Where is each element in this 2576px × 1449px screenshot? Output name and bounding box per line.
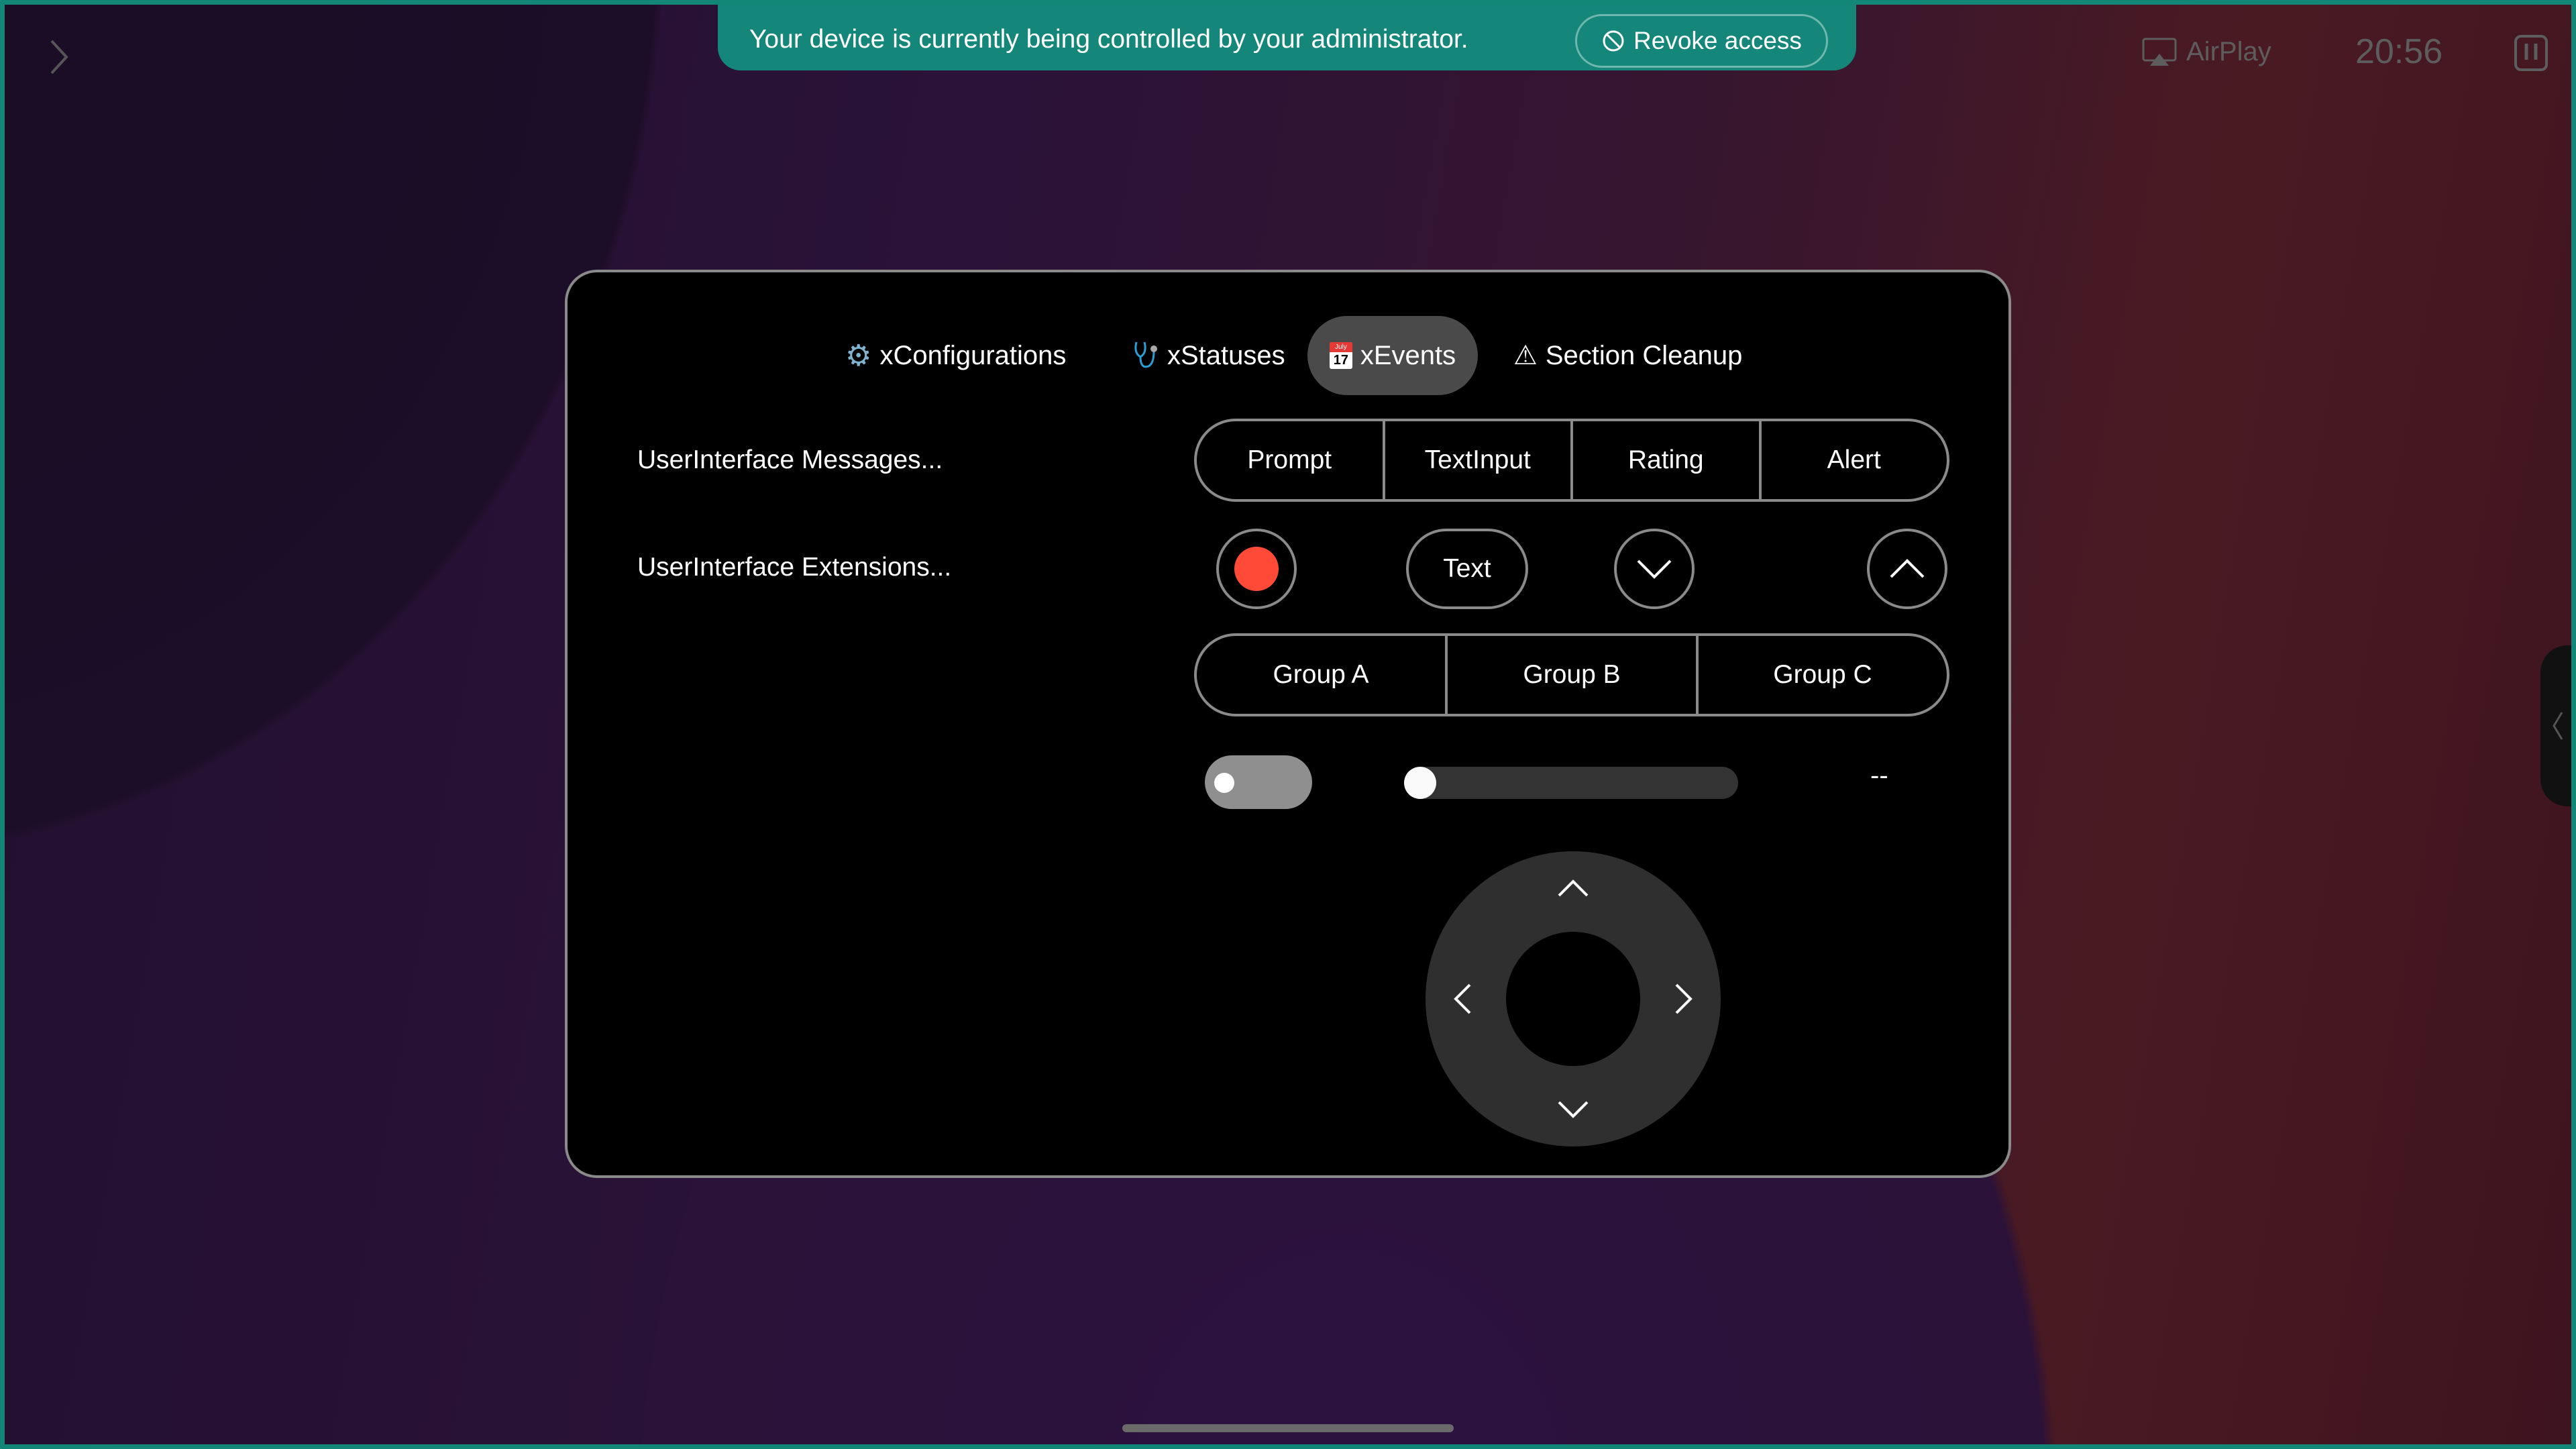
down-button[interactable] [1614,529,1695,609]
revoke-access-label: Revoke access [1633,27,1802,54]
tab-label: xConfigurations [879,340,1067,370]
tab-xconfigurations[interactable]: ⚙ xConfigurations [825,316,1086,395]
calendar-day: 17 [1333,353,1348,368]
slider-track[interactable] [1404,767,1738,799]
group-c-button[interactable]: Group C [1696,636,1947,714]
tab-label: Section Cleanup [1545,340,1743,370]
chevron-up-icon [1890,559,1925,578]
airplay-label: AirPlay [2186,37,2271,66]
tab-label: xEvents [1360,340,1456,370]
slider-value: -- [1870,761,1888,790]
messages-row-label: UserInterface Messages... [637,445,943,474]
record-button[interactable] [1216,529,1297,609]
dpad-right-icon[interactable] [1674,982,1694,1016]
admin-control-banner: Your device is currently being controlle… [718,5,1856,70]
settings-panel-icon[interactable] [2514,34,2548,72]
gear-icon: ⚙ [845,339,872,372]
chevron-down-icon [1637,559,1672,579]
calendar-icon: July 17 [1329,342,1352,369]
revoke-access-button[interactable]: Revoke access [1575,14,1828,68]
record-icon [1234,547,1279,591]
side-panel-handle[interactable] [2540,645,2571,806]
chevron-left-icon [2553,712,2563,740]
dpad-up-icon[interactable] [1556,878,1590,898]
clock: 20:56 [2355,32,2443,71]
banner-message: Your device is currently being controlle… [749,25,1468,54]
airplay-icon [2142,38,2177,66]
desktop-background: Your device is currently being controlle… [5,5,2571,1444]
directional-pad [1426,851,1721,1146]
dpad-left-icon[interactable] [1452,982,1472,1016]
rating-button[interactable]: Rating [1570,421,1759,499]
tab-section-cleanup[interactable]: ⚠ Section Cleanup [1493,316,1762,395]
toggle-switch[interactable] [1205,755,1312,809]
dpad-down-icon[interactable] [1556,1099,1590,1120]
tab-label: xStatuses [1167,340,1285,370]
dpad-center-button[interactable] [1506,932,1640,1066]
airplay-button[interactable]: AirPlay [2142,37,2271,67]
group-selector: Group A Group B Group C [1194,633,1949,716]
slider-handle[interactable] [1404,767,1436,799]
extensions-row-label: UserInterface Extensions... [637,553,952,582]
prompt-button[interactable]: Prompt [1197,421,1383,499]
extension-panel: ⚙ xConfigurations xStatuses July 17 xEve… [565,270,2011,1178]
group-a-button[interactable]: Group A [1197,636,1445,714]
prohibited-icon [1603,30,1624,52]
textinput-button[interactable]: TextInput [1382,421,1571,499]
toggle-knob [1214,773,1234,793]
text-button[interactable]: Text [1406,529,1528,609]
tab-xevents[interactable]: July 17 xEvents [1307,316,1478,395]
chevron-right-icon[interactable] [46,37,73,77]
alert-button[interactable]: Alert [1758,421,1947,499]
messages-button-group: Prompt TextInput Rating Alert [1194,419,1949,502]
group-b-button[interactable]: Group B [1445,636,1696,714]
calendar-month: July [1329,342,1352,352]
up-button[interactable] [1867,529,1947,609]
warning-icon: ⚠ [1513,341,1538,370]
home-indicator[interactable] [1122,1424,1454,1432]
stethoscope-icon [1134,341,1157,368]
tab-xstatuses[interactable]: xStatuses [1112,316,1305,395]
